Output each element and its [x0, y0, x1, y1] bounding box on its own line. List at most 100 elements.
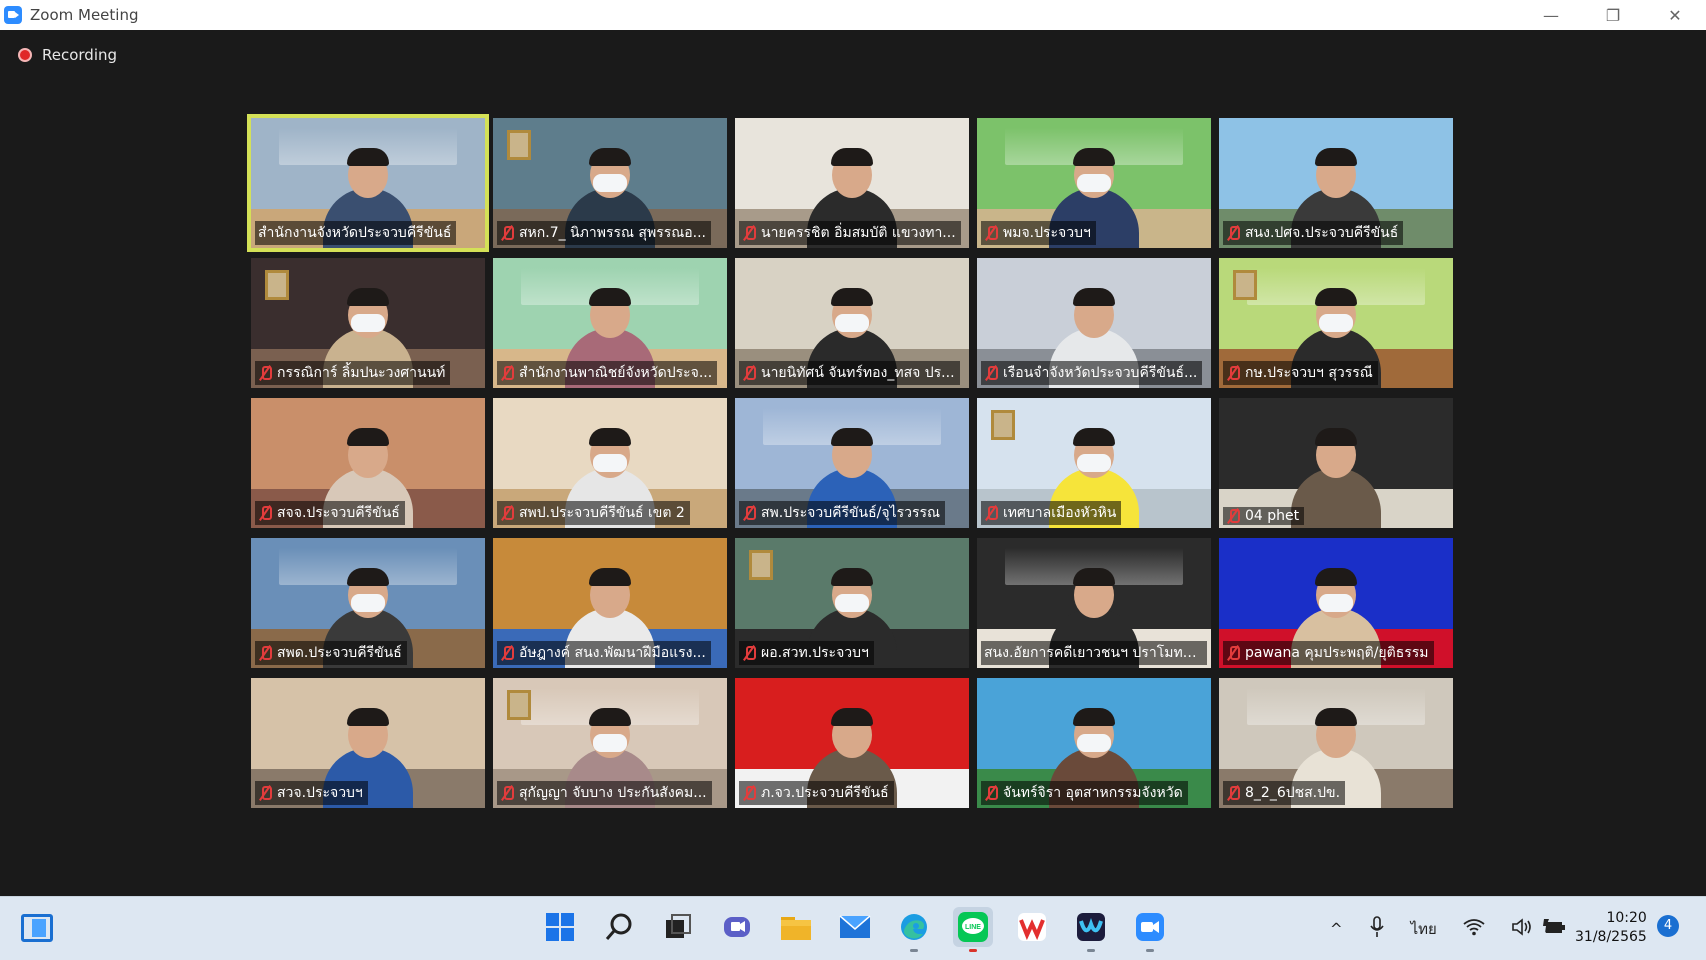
search-icon[interactable]	[599, 907, 639, 947]
muted-microphone-icon	[258, 785, 272, 801]
muted-microphone-icon	[500, 225, 514, 241]
participant-name: สนง.อัยการคดีเยาวชนฯ ปราโมทย์...	[984, 645, 1202, 661]
participant-nameplate: สำนักงานจังหวัดประจวบคีรีขันธ์	[255, 221, 457, 245]
clock-date: 31/8/2565	[1575, 929, 1647, 945]
muted-microphone-icon	[742, 365, 756, 381]
participant-tile[interactable]: ภ.จว.ประจวบคีรีขันธ์	[735, 678, 969, 808]
muted-microphone-icon	[742, 645, 756, 661]
system-tray: ^ ไทย	[1330, 911, 1593, 947]
participant-tile[interactable]: นายนิทัศน์ จันทร์ทอง_ทสจ ปร...	[735, 258, 969, 388]
muted-microphone-icon	[1226, 645, 1240, 661]
participant-tile[interactable]: สหก.7_ นิภาพรรณ สุพรรณอ...	[493, 118, 727, 248]
participant-tile[interactable]: เทศบาลเมืองหัวหิน	[977, 398, 1211, 528]
muted-microphone-icon	[984, 785, 998, 801]
muted-microphone-icon	[1226, 225, 1240, 241]
participant-tile[interactable]: อัษฎางค์ สนง.พัฒนาฝีมือแรง...	[493, 538, 727, 668]
participant-nameplate: สุกัญญา จับบาง ประกันสังคม...	[497, 781, 712, 805]
participant-name: สุกัญญา จับบาง ประกันสังคม...	[519, 785, 707, 801]
participant-name: ผอ.สวท.ประจวบฯ	[761, 645, 869, 661]
participant-tile[interactable]: กษ.ประจวบฯ สุวรรณี	[1219, 258, 1453, 388]
participant-name: กษ.ประจวบฯ สุวรรณี	[1245, 365, 1373, 381]
window-title: Zoom Meeting	[30, 6, 139, 24]
muted-microphone-icon	[984, 225, 998, 241]
participant-nameplate: สพด.ประจวบคีรีขันธ์	[255, 641, 407, 665]
participant-nameplate: 04 phet	[1223, 507, 1305, 525]
notification-badge[interactable]: 4	[1657, 915, 1679, 937]
participant-tile[interactable]: สพ.ประจวบคีรีขันธ์/จุไรวรรณ	[735, 398, 969, 528]
input-language-indicator[interactable]: ไทย	[1411, 917, 1437, 941]
participant-tile[interactable]: pawana คุมประพฤติ/ยุติธรรม	[1219, 538, 1453, 668]
participant-tile[interactable]: สพป.ประจวบคีรีขันธ์ เขต 2	[493, 398, 727, 528]
muted-microphone-icon	[258, 645, 272, 661]
muted-microphone-icon	[1226, 785, 1240, 801]
mail-icon[interactable]	[835, 907, 875, 947]
participant-tile[interactable]: 04 phet	[1219, 398, 1453, 528]
participant-nameplate: สวจ.ประจวบฯ	[255, 781, 368, 805]
muted-microphone-icon	[742, 785, 756, 801]
participant-tile[interactable]: 8_2_6ปชส.ปข.	[1219, 678, 1453, 808]
participant-tile[interactable]: สนง.อัยการคดีเยาวชนฯ ปราโมทย์...	[977, 538, 1211, 668]
zoom-taskbar-icon[interactable]	[1130, 907, 1170, 952]
clock-time: 10:20	[1606, 910, 1647, 926]
webex-app-icon[interactable]	[1071, 907, 1111, 952]
participant-nameplate: ภ.จว.ประจวบคีรีขันธ์	[739, 781, 894, 805]
participant-nameplate: อัษฎางค์ สนง.พัฒนาฝีมือแรง...	[497, 641, 711, 665]
participant-tile[interactable]: สวจ.ประจวบฯ	[251, 678, 485, 808]
recording-dot-icon	[18, 48, 32, 62]
participant-nameplate: สนง.ปศจ.ประจวบคีรีขันธ์	[1223, 221, 1404, 245]
close-button[interactable]: ✕	[1644, 0, 1706, 30]
file-explorer-icon[interactable]	[776, 907, 816, 947]
participant-nameplate: เทศบาลเมืองหัวหิน	[981, 501, 1122, 525]
wifi-icon[interactable]	[1463, 918, 1485, 940]
participant-name: เทศบาลเมืองหัวหิน	[1003, 505, 1117, 521]
participant-name: สพ.ประจวบคีรีขันธ์/จุไรวรรณ	[761, 505, 941, 521]
participant-name: สหก.7_ นิภาพรรณ สุพรรณอ...	[519, 225, 706, 241]
microphone-icon[interactable]	[1369, 916, 1385, 942]
recording-label: Recording	[42, 46, 118, 64]
participant-tile[interactable]: สนง.ปศจ.ประจวบคีรีขันธ์	[1219, 118, 1453, 248]
line-app-icon[interactable]: LINE	[953, 907, 993, 952]
participant-nameplate: จันทร์จิรา อุตสาหกรรมจังหวัด	[981, 781, 1188, 805]
participant-tile[interactable]: สุกัญญา จับบาง ประกันสังคม...	[493, 678, 727, 808]
participant-nameplate: เรือนจำจังหวัดประจวบคีรีขันธ์...	[981, 361, 1203, 385]
participant-name: pawana คุมประพฤติ/ยุติธรรม	[1245, 645, 1429, 661]
minimize-button[interactable]: —	[1520, 0, 1582, 30]
taskbar: LINE ^ ไทย 10:20 31/8/2565 4	[0, 896, 1706, 960]
participant-tile[interactable]: เรือนจำจังหวัดประจวบคีรีขันธ์...	[977, 258, 1211, 388]
participant-gallery: สำนักงานจังหวัดประจวบคีรีขันธ์ สหก.7_ นิภ…	[247, 114, 1453, 808]
participant-nameplate: สจจ.ประจวบคีรีขันธ์	[255, 501, 405, 525]
widgets-icon[interactable]	[21, 914, 53, 942]
participant-name: สวจ.ประจวบฯ	[277, 785, 363, 801]
task-view-icon[interactable]	[658, 907, 698, 947]
wps-office-icon[interactable]	[1012, 907, 1052, 947]
battery-charging-icon[interactable]	[1542, 918, 1567, 940]
participant-tile[interactable]: สำนักงานจังหวัดประจวบคีรีขันธ์	[247, 114, 489, 252]
teams-chat-icon[interactable]	[717, 907, 757, 947]
meeting-area: Recording สำนักงานจังหวัดประจวบคีรีขันธ์…	[0, 30, 1706, 896]
muted-microphone-icon	[500, 785, 514, 801]
participant-name: สพป.ประจวบคีรีขันธ์ เขต 2	[519, 505, 685, 521]
participant-name: นายครรชิต อิ่มสมบัติ แขวงทา...	[761, 225, 956, 241]
recording-indicator[interactable]: Recording	[18, 46, 117, 64]
participant-tile[interactable]: สจจ.ประจวบคีรีขันธ์	[251, 398, 485, 528]
participant-tile[interactable]: ผอ.สวท.ประจวบฯ	[735, 538, 969, 668]
muted-microphone-icon	[500, 505, 514, 521]
restore-button[interactable]: ❐	[1582, 0, 1644, 30]
edge-browser-icon[interactable]	[894, 907, 934, 952]
start-menu-icon[interactable]	[540, 907, 580, 947]
participant-name: กรรณิการ์ ลิ้มปนะวงศานนท์	[277, 365, 446, 381]
taskbar-clock[interactable]: 10:20 31/8/2565	[1575, 909, 1647, 947]
participant-tile[interactable]: กรรณิการ์ ลิ้มปนะวงศานนท์	[251, 258, 485, 388]
show-hidden-icons-chevron-icon[interactable]: ^	[1330, 920, 1343, 938]
participant-tile[interactable]: จันทร์จิรา อุตสาหกรรมจังหวัด	[977, 678, 1211, 808]
volume-icon[interactable]	[1511, 918, 1533, 940]
participant-tile[interactable]: นายครรชิต อิ่มสมบัติ แขวงทา...	[735, 118, 969, 248]
participant-tile[interactable]: พมจ.ประจวบฯ	[977, 118, 1211, 248]
muted-microphone-icon	[1226, 365, 1240, 381]
participant-nameplate: กษ.ประจวบฯ สุวรรณี	[1223, 361, 1378, 385]
muted-microphone-icon	[742, 505, 756, 521]
participant-tile[interactable]: สำนักงานพาณิชย์จังหวัดประจ...	[493, 258, 727, 388]
participant-tile[interactable]: สพด.ประจวบคีรีขันธ์	[251, 538, 485, 668]
participant-nameplate: กรรณิการ์ ลิ้มปนะวงศานนท์	[255, 361, 451, 385]
participant-name: 8_2_6ปชส.ปข.	[1245, 785, 1341, 801]
